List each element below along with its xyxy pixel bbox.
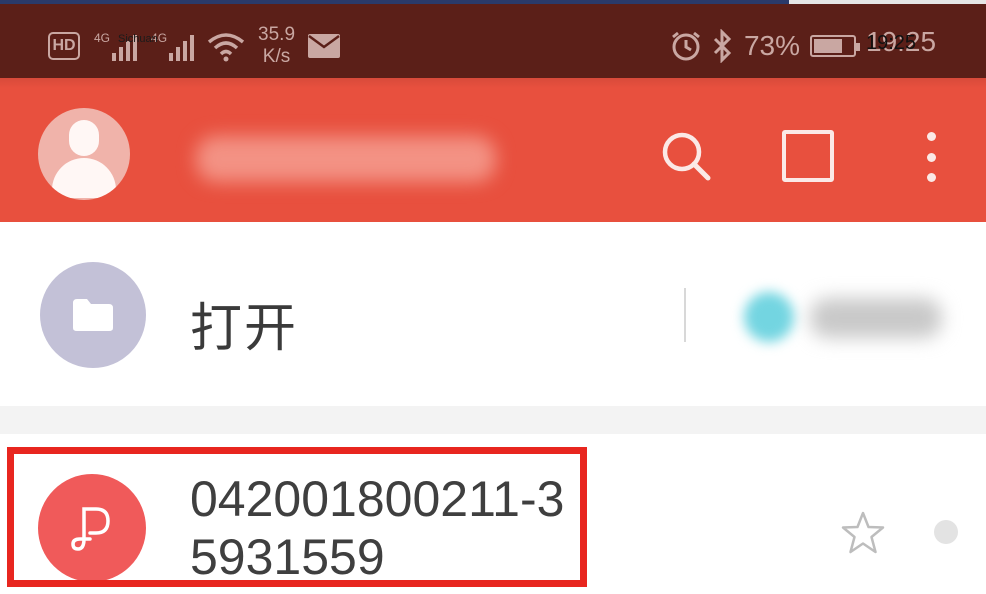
mail-icon: [308, 34, 341, 58]
speed-unit: K/s: [262, 46, 291, 67]
carrier-label: Sichuan: [118, 33, 158, 45]
clock-time: 19:25: [866, 32, 917, 54]
signal-strength-icon-2: [169, 31, 195, 61]
network-speed: 35.9 K/s: [258, 24, 295, 68]
more-vertical-icon[interactable]: [916, 132, 946, 182]
battery-percent: 73%: [743, 30, 800, 61]
status-bar: HD 4G 4G 35.9 K/s Sichuan 73% 19:25 19:2…: [0, 0, 986, 78]
star-outline-icon[interactable]: [840, 510, 886, 556]
clock: 19:25 19:25: [866, 26, 956, 66]
vertical-divider: [684, 288, 686, 342]
app-name-blurred[interactable]: [810, 298, 942, 338]
battery-icon: [810, 35, 860, 57]
search-icon[interactable]: [656, 126, 716, 186]
speed-value: 35.9: [258, 24, 296, 45]
status-top-line: [0, 0, 986, 4]
wifi-icon: [207, 33, 245, 62]
bluetooth-icon: [713, 29, 732, 63]
square-icon[interactable]: [782, 130, 834, 182]
select-dot[interactable]: [934, 520, 958, 544]
hd-icon: HD: [48, 32, 80, 60]
alarm-icon: [672, 31, 700, 61]
file-list-item[interactable]: 042001800211-35931559: [0, 434, 986, 594]
battery-fill: [814, 39, 842, 53]
open-label: 打开: [190, 299, 299, 359]
file-name: 042001800211-35931559: [190, 471, 565, 585]
network-type-label: 4G: [94, 31, 111, 45]
open-folder-row[interactable]: 打开: [0, 222, 986, 406]
folder-icon: [40, 262, 146, 368]
user-avatar-icon[interactable]: [38, 108, 130, 200]
account-title-blurred: [196, 136, 496, 182]
file-list: 打开 042001800211-35931559: [0, 222, 986, 594]
app-bar: [0, 78, 986, 222]
app-icon-blurred[interactable]: [744, 292, 794, 342]
status-right-group: 73% 19:25 19:25: [670, 26, 956, 66]
document-pin-icon: [38, 474, 146, 582]
status-left-group: HD 4G 4G 35.9 K/s: [48, 20, 341, 72]
